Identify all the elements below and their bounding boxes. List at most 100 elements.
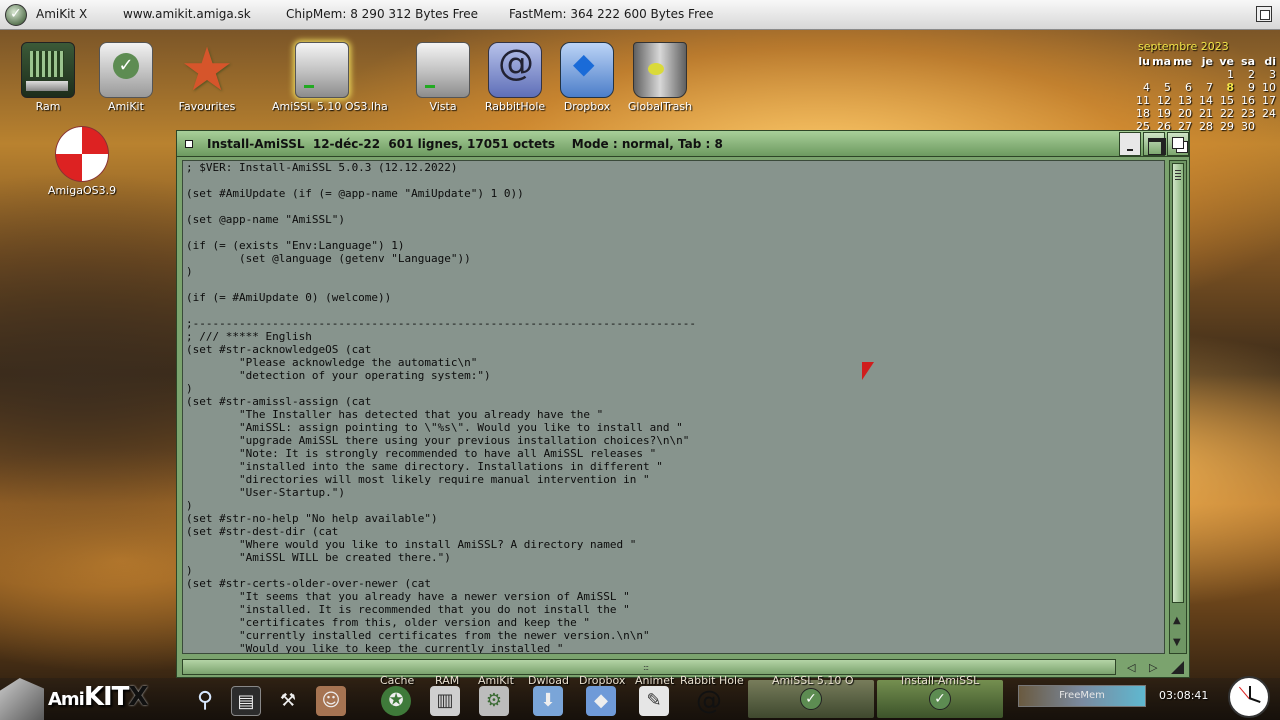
script-source-text[interactable]: ; $VER: Install-AmiSSL 5.0.3 (12.12.2022… — [183, 161, 1164, 653]
desktop-icon-favourites[interactable]: ★ Favourites — [157, 35, 257, 113]
calendar-day-header: sa — [1241, 55, 1255, 68]
freemem-gauge: FreeMem — [1018, 685, 1146, 707]
calendar-day: 1 — [1227, 68, 1234, 81]
boing-ball-icon — [55, 126, 109, 182]
calendar-day-header: di — [1264, 55, 1276, 68]
search-icon[interactable]: ⚲ — [190, 686, 220, 716]
calendar-day: 28 — [1199, 120, 1213, 133]
scroll-up-icon[interactable]: ▲ — [1173, 615, 1181, 626]
text-editor-area[interactable]: ; $VER: Install-AmiSSL 5.0.3 (12.12.2022… — [182, 160, 1165, 654]
calendar-day: 18 — [1136, 107, 1150, 120]
vertical-scrollbar[interactable]: ▲ ▼ — [1169, 160, 1187, 654]
amikit-gear-icon — [99, 42, 153, 98]
star-icon: ★ — [180, 35, 234, 105]
calendar-day: 24 — [1262, 107, 1276, 120]
tools-icon[interactable]: ⚒ — [273, 686, 303, 716]
scroll-down-icon[interactable]: ▼ — [1173, 637, 1181, 648]
calendar-day: 11 — [1136, 94, 1150, 107]
calendar-day: 23 — [1241, 107, 1255, 120]
ram-drive-icon[interactable]: ▥ — [430, 686, 460, 716]
window-title: Install-AmiSSL 12-déc-22 601 lignes, 170… — [207, 137, 723, 151]
digital-clock: 03:08:41 — [1159, 689, 1209, 702]
shell-icon[interactable]: ▤ — [231, 686, 261, 716]
resize-gadget-icon[interactable] — [1171, 661, 1184, 674]
calendar-day — [1172, 68, 1193, 81]
desktop-icon-amigaos[interactable]: AmigaOS3.9 — [32, 126, 132, 197]
screen-title-bar: AmiKit X www.amikit.amiga.sk ChipMem: 8 … — [0, 0, 1280, 30]
calendar-grid: lu ma me je ve sa di 1 2 3 4 5 6 7 8 9 1… — [1130, 55, 1277, 133]
screen-depth-icon[interactable] — [1256, 6, 1272, 22]
calendar-month: septembre 2023 — [1138, 40, 1229, 53]
window-title-bar[interactable]: Install-AmiSSL 12-déc-22 601 lignes, 170… — [177, 131, 1189, 157]
dropbox-icon — [560, 42, 614, 98]
portrait-icon[interactable]: ☺ — [316, 686, 346, 716]
calendar-day: 15 — [1220, 94, 1234, 107]
rabbithole-dock-icon[interactable]: @ — [694, 686, 724, 716]
calendar-day: 2 — [1248, 68, 1255, 81]
calendar-day — [1151, 68, 1172, 81]
editor-window: Install-AmiSSL 12-déc-22 601 lignes, 170… — [176, 130, 1190, 678]
calendar-day-header: je — [1201, 55, 1213, 68]
calendar-day-header: ma — [1152, 55, 1171, 68]
task-amissl-archive[interactable]: AmiSSL 5.10 O ✓ — [748, 674, 874, 718]
app-title: AmiKit X — [36, 7, 88, 21]
swirl-icon — [488, 42, 542, 98]
freemem-label: FreeMem — [1059, 690, 1105, 701]
desktop-icon-label: GlobalTrash — [627, 100, 693, 113]
mouse-pointer-icon — [862, 362, 874, 380]
amikit-drive-icon[interactable]: ⚙ — [479, 686, 509, 716]
desktop-icon-label: AmigaOS3.9 — [47, 184, 117, 197]
calendar-day: 4 — [1143, 81, 1150, 94]
desktop-icon-amissl-archive[interactable]: AmiSSL 5.10 OS3.lha — [272, 42, 388, 113]
iconify-icon[interactable] — [1119, 132, 1141, 156]
task-install-amissl[interactable]: Install-AmiSSL ✓ — [877, 674, 1003, 718]
calendar-day-header: me — [1173, 55, 1192, 68]
amikit-cube-icon — [0, 678, 44, 720]
calendar-day: 22 — [1220, 107, 1234, 120]
calendar-day-header: lu — [1138, 55, 1150, 68]
calendar-day: 7 — [1206, 81, 1213, 94]
calendar-day: 20 — [1178, 107, 1192, 120]
calendar-day: 14 — [1199, 94, 1213, 107]
amikit-logo-icon[interactable] — [5, 4, 27, 26]
calendar-widget: septembre 2023 lu ma me je ve sa di 1 2 … — [1130, 40, 1280, 133]
calendar-day — [1256, 120, 1277, 133]
calendar-day: 29 — [1220, 120, 1234, 133]
website-url: www.amikit.amiga.sk — [123, 7, 251, 21]
task-label: Install-AmiSSL — [901, 674, 980, 687]
calendar-day: 16 — [1241, 94, 1255, 107]
amikit-start-button[interactable]: AmiKITX — [0, 674, 160, 720]
close-window-icon[interactable] — [185, 140, 193, 148]
trash-icon — [633, 42, 687, 98]
calendar-day: 17 — [1262, 94, 1276, 107]
amikit-gear-icon: ✓ — [929, 688, 951, 710]
chipmem-status: ChipMem: 8 290 312 Bytes Free — [286, 7, 479, 21]
calendar-day-header: ve — [1219, 55, 1234, 68]
scroll-right-icon[interactable]: ▷ — [1149, 661, 1157, 674]
archive-drive-icon — [295, 42, 349, 98]
scroll-left-icon[interactable]: ◁ — [1127, 661, 1135, 674]
zoom-window-icon[interactable] — [1143, 132, 1166, 156]
scroll-knob[interactable] — [1172, 163, 1184, 603]
calendar-day: 3 — [1269, 68, 1276, 81]
depth-window-icon[interactable] — [1167, 132, 1189, 156]
calendar-day: 10 — [1262, 81, 1276, 94]
analog-clock-icon — [1228, 676, 1270, 718]
ram-disk-icon — [21, 42, 75, 98]
calendar-day — [1130, 68, 1151, 81]
desktop-icon-label: AmiSSL 5.10 OS3.lha — [272, 100, 388, 113]
calendar-day: 30 — [1241, 120, 1255, 133]
amikit-gear-icon: ✓ — [800, 688, 822, 710]
calendar-day — [1193, 68, 1214, 81]
dropbox-dock-icon[interactable]: ◆ — [586, 686, 616, 716]
fastmem-status: FastMem: 364 222 600 Bytes Free — [509, 7, 714, 21]
calendar-day: 21 — [1199, 107, 1213, 120]
animet-icon[interactable]: ✎ — [639, 686, 669, 716]
calendar-day: 19 — [1157, 107, 1171, 120]
accessibility-icon[interactable]: ✪ — [381, 686, 411, 716]
desktop-icon-globaltrash[interactable]: GlobalTrash — [610, 42, 710, 113]
download-icon[interactable]: ⬇ — [533, 686, 563, 716]
calendar-day: 5 — [1164, 81, 1171, 94]
drive-icon — [416, 42, 470, 98]
horizontal-scrollbar[interactable]: ::: — [182, 659, 1116, 675]
